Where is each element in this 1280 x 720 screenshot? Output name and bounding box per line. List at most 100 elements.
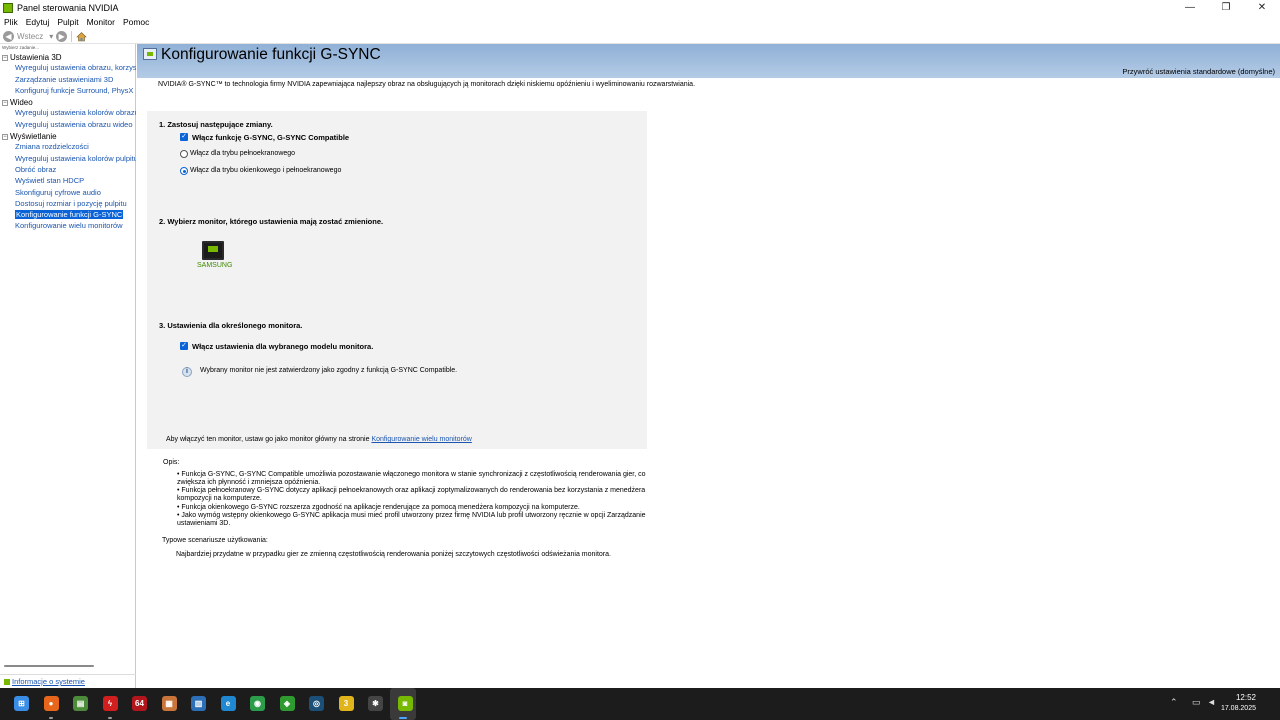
collapse-icon[interactable]: − [2,133,8,140]
menu-monitor[interactable]: Monitor [87,17,115,27]
description-bullet: • Funkcja pełnoekranowy G-SYNC dotyczy a… [177,487,646,503]
category-label: Wyświetlanie [10,132,57,142]
section-3-title: 3. Ustawienia dla określonego monitora. [159,321,303,330]
minimize-button[interactable]: — [1172,0,1208,15]
sidebar-item-desktop-size[interactable]: Dostosuj rozmiar i pozycję pulpitu [0,199,136,210]
window-controls: — ❐ ✕ [1172,0,1280,15]
radio-windowed[interactable] [180,167,188,175]
monitor-name[interactable]: SAMSUNG [197,262,232,269]
sidebar-item-manage-3d[interactable]: Zarządzanie ustawieniami 3D [0,75,136,86]
content-panel: Konfigurowanie funkcji G-SYNC Przywróć u… [137,44,1280,688]
excel-like-icon[interactable]: ◈ [279,696,295,711]
monitor-icon[interactable] [202,241,224,260]
collapse-icon[interactable]: − [2,54,8,61]
page-header: Konfigurowanie funkcji G-SYNC Przywróć u… [137,44,1280,78]
sidebar-item-image-settings[interactable]: Wyreguluj ustawienia obrazu, korzysta [0,63,136,74]
back-dropdown-icon[interactable]: ▾ [49,32,53,41]
sidebar-item-multi-monitor[interactable]: Konfigurowanie wielu monitorów [0,221,136,232]
category-label: Wideo [10,98,33,108]
description-label: Opis: [163,459,180,466]
description-bullet: • Jako wymóg wstępny okienkowego G-SYNC … [177,512,646,528]
sidebar-item-surround-physx[interactable]: Konfiguruj funkcje Surround, PhysX [0,86,136,97]
close-button[interactable]: ✕ [1244,0,1280,15]
tray-overflow-icon[interactable]: ⌃ [1170,697,1178,708]
menu-edit[interactable]: Edytuj [26,17,50,27]
toolbar: ◀ Wstecz ▾ ▶ [0,29,1280,44]
nvidia-icon[interactable]: ◙ [397,696,413,711]
display-icon[interactable]: ▭ [1192,697,1201,708]
enable-gsync-label[interactable]: Włącz funkcję G-SYNC, G-SYNC Compatible [192,133,349,142]
green-app-icon[interactable]: ◉ [250,696,265,711]
nvidia-app-icon [3,2,13,13]
enable-model-label[interactable]: Włącz ustawienia dla wybranego modelu mo… [192,342,373,351]
collapse-icon[interactable]: − [2,99,8,106]
radio-fullscreen-label[interactable]: Włącz dla trybu pełnoekranowego [190,150,295,157]
restore-defaults-link[interactable]: Przywróć ustawienia standardowe (domyśln… [1122,67,1275,76]
running-indicator [108,717,112,719]
multi-monitor-link[interactable]: Konfigurowanie wielu monitorów [371,436,471,443]
cpuz-icon[interactable]: ▦ [161,696,177,711]
system-info-footer: Informacje o systemie [0,674,136,688]
system-info-link[interactable]: Informacje o systemie [12,677,85,686]
menu-file[interactable]: Plik [4,17,18,27]
file-manager-icon[interactable]: ▤ [73,696,88,711]
bug-app-icon[interactable]: ✱ [368,696,383,711]
running-indicator [49,717,53,719]
menu-help[interactable]: Pomoc [123,17,149,27]
sidebar-item-hdcp[interactable]: Wyświetl stan HDCP [0,176,136,187]
taskbar: ⊞ ● ▤ ϟ 64 ▦ ▥ e ◉ ◈ ◎ 3 ✱ ◙ ⌃ ▭ ◄ 12:52 17.08.2025 [0,688,1280,720]
sidebar-item-gsync[interactable]: Konfigurowanie funkcji G-SYNC [0,210,136,221]
browser-e-icon[interactable]: e [220,696,236,711]
category-3d-settings[interactable]: − Ustawienia 3D [0,52,136,63]
maximize-button[interactable]: ❐ [1208,0,1244,15]
intro-text: NVIDIA® G-SYNC™ to technologia firmy NVI… [158,81,696,88]
firefox-icon[interactable]: ● [43,696,59,711]
back-button-label[interactable]: Wstecz [17,32,43,41]
category-label: Ustawienia 3D [10,53,62,63]
compatibility-info: Wybrany monitor nie jest zatwierdzony ja… [200,367,458,374]
menu-bar: Plik Edytuj Pulpit Monitor Pomoc [0,15,1280,28]
lightning-app-icon[interactable]: ϟ [102,696,118,711]
radio-windowed-label[interactable]: Włącz dla trybu okienkowego i pełnoekran… [190,167,341,174]
section-2-title: 2. Wybierz monitor, którego ustawienia m… [159,217,384,226]
task-tree: − Ustawienia 3D Wyreguluj ustawienia obr… [0,52,136,233]
aida64-icon[interactable]: 64 [132,696,147,711]
yellow-app-icon[interactable]: 3 [338,696,354,711]
steam-icon[interactable]: ◎ [309,696,324,711]
sidebar-item-resolution[interactable]: Zmiana rozdzielczości [0,142,136,153]
section-1-title: 1. Zastosuj następujące zmiany. [159,120,273,129]
task-tree-panel: Wybierz zadanie... − Ustawienia 3D Wyreg… [0,44,136,688]
active-indicator [399,717,407,719]
footer-note-text: Aby włączyć ten monitor, ustaw go jako m… [166,436,370,443]
horizontal-scrollbar[interactable] [4,665,94,667]
clock-date: 17.08.2025 [1220,705,1256,712]
clock-time: 12:52 [1235,693,1256,702]
radio-fullscreen[interactable] [180,150,188,158]
info-icon: i [182,367,192,377]
description-bullet: • Funkcja G-SYNC, G-SYNC Compatible umoż… [177,471,646,487]
enable-model-checkbox[interactable]: ✓ [180,342,188,350]
category-video[interactable]: − Wideo [0,97,136,108]
category-display[interactable]: − Wyświetlanie [0,131,136,142]
menu-desktop[interactable]: Pulpit [57,17,78,27]
back-arrow-icon[interactable]: ◀ [3,30,14,42]
sidebar-item-digital-audio[interactable]: Skonfiguruj cyfrowe audio [0,188,136,199]
hwinfo-icon[interactable]: ▥ [191,696,206,711]
settings-area: 1. Zastosuj następujące zmiany. ✓ Włącz … [147,111,647,449]
volume-icon[interactable]: ◄ [1207,697,1216,707]
home-icon[interactable] [76,31,87,42]
system-info-icon [4,678,10,685]
window-title: Panel sterowania NVIDIA [17,2,119,13]
forward-arrow-icon[interactable]: ▶ [56,30,68,42]
sidebar-item-desktop-color[interactable]: Wyreguluj ustawienia kolorów pulpitu [0,154,136,165]
windows-start-icon[interactable]: ⊞ [14,696,29,711]
sidebar-item-video-color[interactable]: Wyreguluj ustawienia kolorów obrazu [0,108,136,119]
sidebar-item-video-image[interactable]: Wyreguluj ustawienia obrazu wideo [0,120,136,131]
sidebar-item-rotate[interactable]: Obróć obraz [0,165,136,176]
clock[interactable]: 12:52 17.08.2025 [1221,693,1256,712]
page-title: Konfigurowanie funkcji G-SYNC [161,46,381,63]
title-bar: Panel sterowania NVIDIA — ❐ ✕ [0,0,1280,15]
footer-note: Aby włączyć ten monitor, ustaw go jako m… [166,436,472,443]
toolbar-separator [71,30,73,42]
enable-gsync-checkbox[interactable]: ✓ [180,133,188,141]
